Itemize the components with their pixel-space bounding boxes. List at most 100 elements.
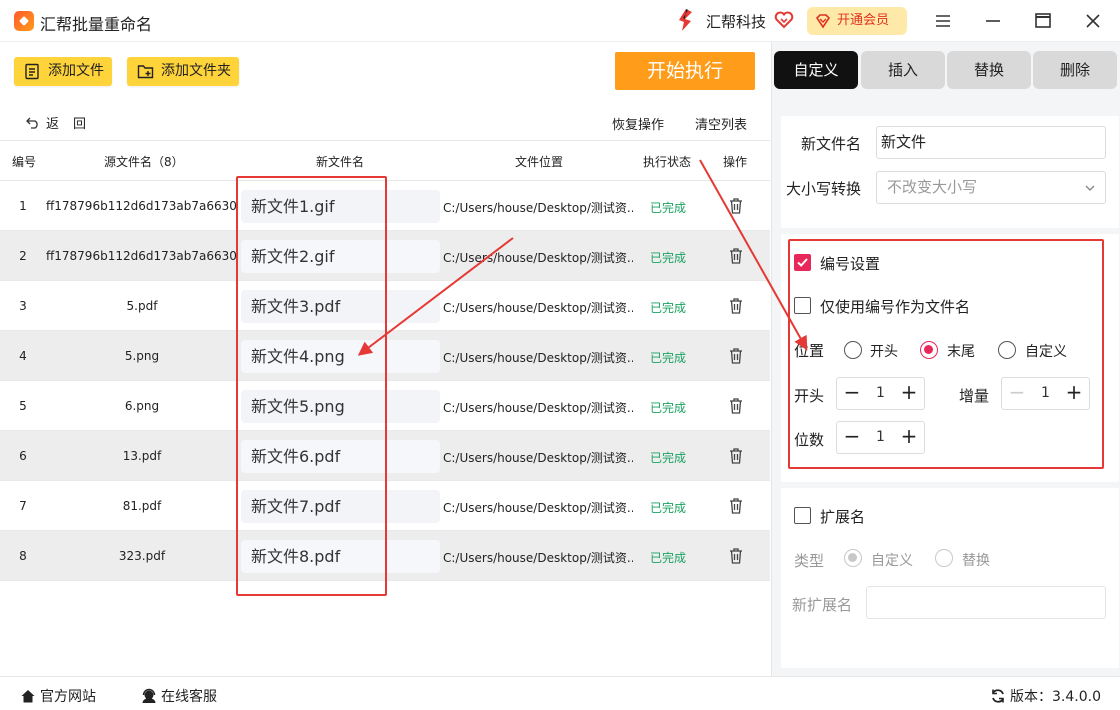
add-file-button[interactable]: 添加文件: [14, 57, 112, 86]
new-ext-input[interactable]: [866, 586, 1106, 619]
row-source-name: 323.pdf: [118, 549, 166, 563]
row-index: 3: [19, 299, 27, 313]
back-label-a: 返: [46, 117, 74, 132]
position-option-custom: 自定义: [1025, 344, 1067, 360]
type-radio-replace[interactable]: [935, 549, 953, 567]
app-title: 汇帮批量重命名: [40, 15, 153, 34]
minimize-icon[interactable]: [980, 8, 1006, 34]
tab-delete[interactable]: 删除: [1033, 51, 1117, 89]
trash-icon[interactable]: [728, 297, 744, 315]
trash-icon[interactable]: [728, 197, 744, 215]
row-source-name: ff178796b112d6d173ab7a66309a: [46, 199, 238, 213]
maximize-icon[interactable]: [1030, 8, 1056, 34]
row-new-name: 新文件1.gif: [241, 190, 440, 223]
table-row[interactable]: 4 5.png 新文件4.png C:/Users/house/Desktop/…: [0, 331, 770, 381]
increment-stepper[interactable]: − 1 +: [1001, 377, 1090, 410]
start-increment-button[interactable]: +: [894, 378, 924, 409]
tab-custom[interactable]: 自定义: [774, 51, 858, 89]
settings-pane: 自定义 插入 替换 删除 新文件名 新文件 大小写转换 不改变大小写 编号设置 …: [771, 42, 1120, 676]
trash-icon[interactable]: [728, 547, 744, 565]
table-row[interactable]: 3 5.pdf 新文件3.pdf C:/Users/house/Desktop/…: [0, 281, 770, 331]
vip-diamond-icon: [815, 14, 831, 29]
add-folder-icon: [137, 65, 154, 79]
numbering-checkbox[interactable]: [794, 254, 811, 271]
trash-icon[interactable]: [728, 497, 744, 515]
tab-replace[interactable]: 替换: [947, 51, 1031, 89]
row-location: C:/Users/house/Desktop/测试资...: [443, 251, 633, 265]
only-number-checkbox[interactable]: [794, 297, 811, 314]
brand-name: 汇帮科技: [706, 13, 767, 31]
table-row[interactable]: 8 323.pdf 新文件8.pdf C:/Users/house/Deskto…: [0, 531, 770, 581]
version-info[interactable]: 版本：3.4.0.0: [990, 686, 1101, 706]
close-icon[interactable]: [1080, 8, 1106, 34]
type-radio-custom[interactable]: [844, 549, 862, 567]
version-label: 版本：3.4.0.0: [1010, 689, 1101, 705]
digits-increment-button[interactable]: +: [894, 422, 924, 453]
clear-list-button[interactable]: 清空列表: [695, 114, 747, 133]
menu-icon[interactable]: [930, 8, 956, 34]
digits-decrement-button[interactable]: −: [837, 422, 867, 453]
row-status: 已完成: [650, 251, 687, 265]
case-select[interactable]: 不改变大小写: [876, 171, 1106, 204]
numbering-panel: 编号设置 仅使用编号作为文件名 位置 开头 末尾 自定义 开头 − 1 + 增量…: [781, 234, 1119, 482]
row-new-name: 新文件2.gif: [241, 240, 440, 273]
header-idx: 编号: [12, 155, 37, 169]
row-index: 6: [19, 449, 27, 463]
restore-button[interactable]: 恢复操作: [612, 114, 664, 133]
increment-increment-button[interactable]: +: [1059, 378, 1089, 409]
row-location: C:/Users/house/Desktop/测试资...: [443, 451, 633, 465]
row-location: C:/Users/house/Desktop/测试资...: [443, 301, 633, 315]
back-label-b: 回: [73, 117, 87, 132]
row-status: 已完成: [650, 501, 687, 515]
row-source-name: 5.pdf: [126, 299, 158, 313]
trash-icon[interactable]: [728, 247, 744, 265]
position-radio-start[interactable]: [844, 341, 862, 359]
app-window: 汇帮批量重命名 汇帮科技 开通会员 添加文件 添加文件夹 开始执行 返回 恢复操…: [0, 0, 1120, 710]
row-location: C:/Users/house/Desktop/测试资...: [443, 201, 633, 215]
row-source-name: 13.pdf: [122, 449, 162, 463]
trash-icon[interactable]: [728, 347, 744, 365]
extension-checkbox[interactable]: [794, 507, 811, 524]
support-icon: [142, 688, 156, 703]
digits-stepper[interactable]: − 1 +: [836, 421, 925, 454]
row-location: C:/Users/house/Desktop/测试资...: [443, 501, 633, 515]
website-label: 官方网站: [40, 689, 96, 705]
row-new-name: 新文件8.pdf: [241, 540, 440, 573]
table-row[interactable]: 6 13.pdf 新文件6.pdf C:/Users/house/Desktop…: [0, 431, 770, 481]
row-index: 7: [19, 499, 27, 513]
header-new: 新文件名: [316, 155, 365, 169]
start-stepper[interactable]: − 1 +: [836, 377, 925, 410]
tab-insert[interactable]: 插入: [861, 51, 945, 89]
row-index: 8: [19, 549, 27, 563]
table-row[interactable]: 7 81.pdf 新文件7.pdf C:/Users/house/Desktop…: [0, 481, 770, 531]
home-icon: [21, 690, 35, 703]
support-link[interactable]: 在线客服: [141, 686, 217, 706]
start-value[interactable]: 1: [867, 378, 894, 409]
title-bar: 汇帮批量重命名 汇帮科技 开通会员: [0, 0, 1120, 42]
position-option-end: 末尾: [947, 344, 975, 360]
start-button[interactable]: 开始执行: [615, 52, 755, 90]
start-decrement-button[interactable]: −: [837, 378, 867, 409]
table-row[interactable]: 2 ff178796b112d6d173ab7a66309a 新文件2.gif …: [0, 231, 770, 281]
position-radio-end[interactable]: [920, 341, 938, 359]
vip-button[interactable]: 开通会员: [807, 7, 907, 35]
trash-icon[interactable]: [728, 397, 744, 415]
trash-icon[interactable]: [728, 447, 744, 465]
row-location: C:/Users/house/Desktop/测试资...: [443, 551, 633, 565]
new-name-input[interactable]: 新文件: [876, 126, 1106, 159]
table-row[interactable]: 5 6.png 新文件5.png C:/Users/house/Desktop/…: [0, 381, 770, 431]
digits-value[interactable]: 1: [867, 422, 894, 453]
increment-decrement-button[interactable]: −: [1002, 378, 1032, 409]
heart-icon[interactable]: [774, 10, 794, 30]
row-status: 已完成: [650, 551, 687, 565]
brand-logo-icon: [679, 9, 692, 31]
back-link[interactable]: 返回: [26, 113, 86, 132]
table-row[interactable]: 1 ff178796b112d6d173ab7a66309a 新文件1.gif …: [0, 181, 770, 231]
add-folder-button[interactable]: 添加文件夹: [127, 57, 239, 86]
add-file-icon: [25, 63, 39, 80]
header-status: 执行状态: [643, 155, 692, 169]
increment-value[interactable]: 1: [1032, 378, 1059, 409]
website-link[interactable]: 官方网站: [20, 686, 96, 706]
position-radio-custom[interactable]: [998, 341, 1016, 359]
start-label: 开头: [794, 387, 825, 405]
